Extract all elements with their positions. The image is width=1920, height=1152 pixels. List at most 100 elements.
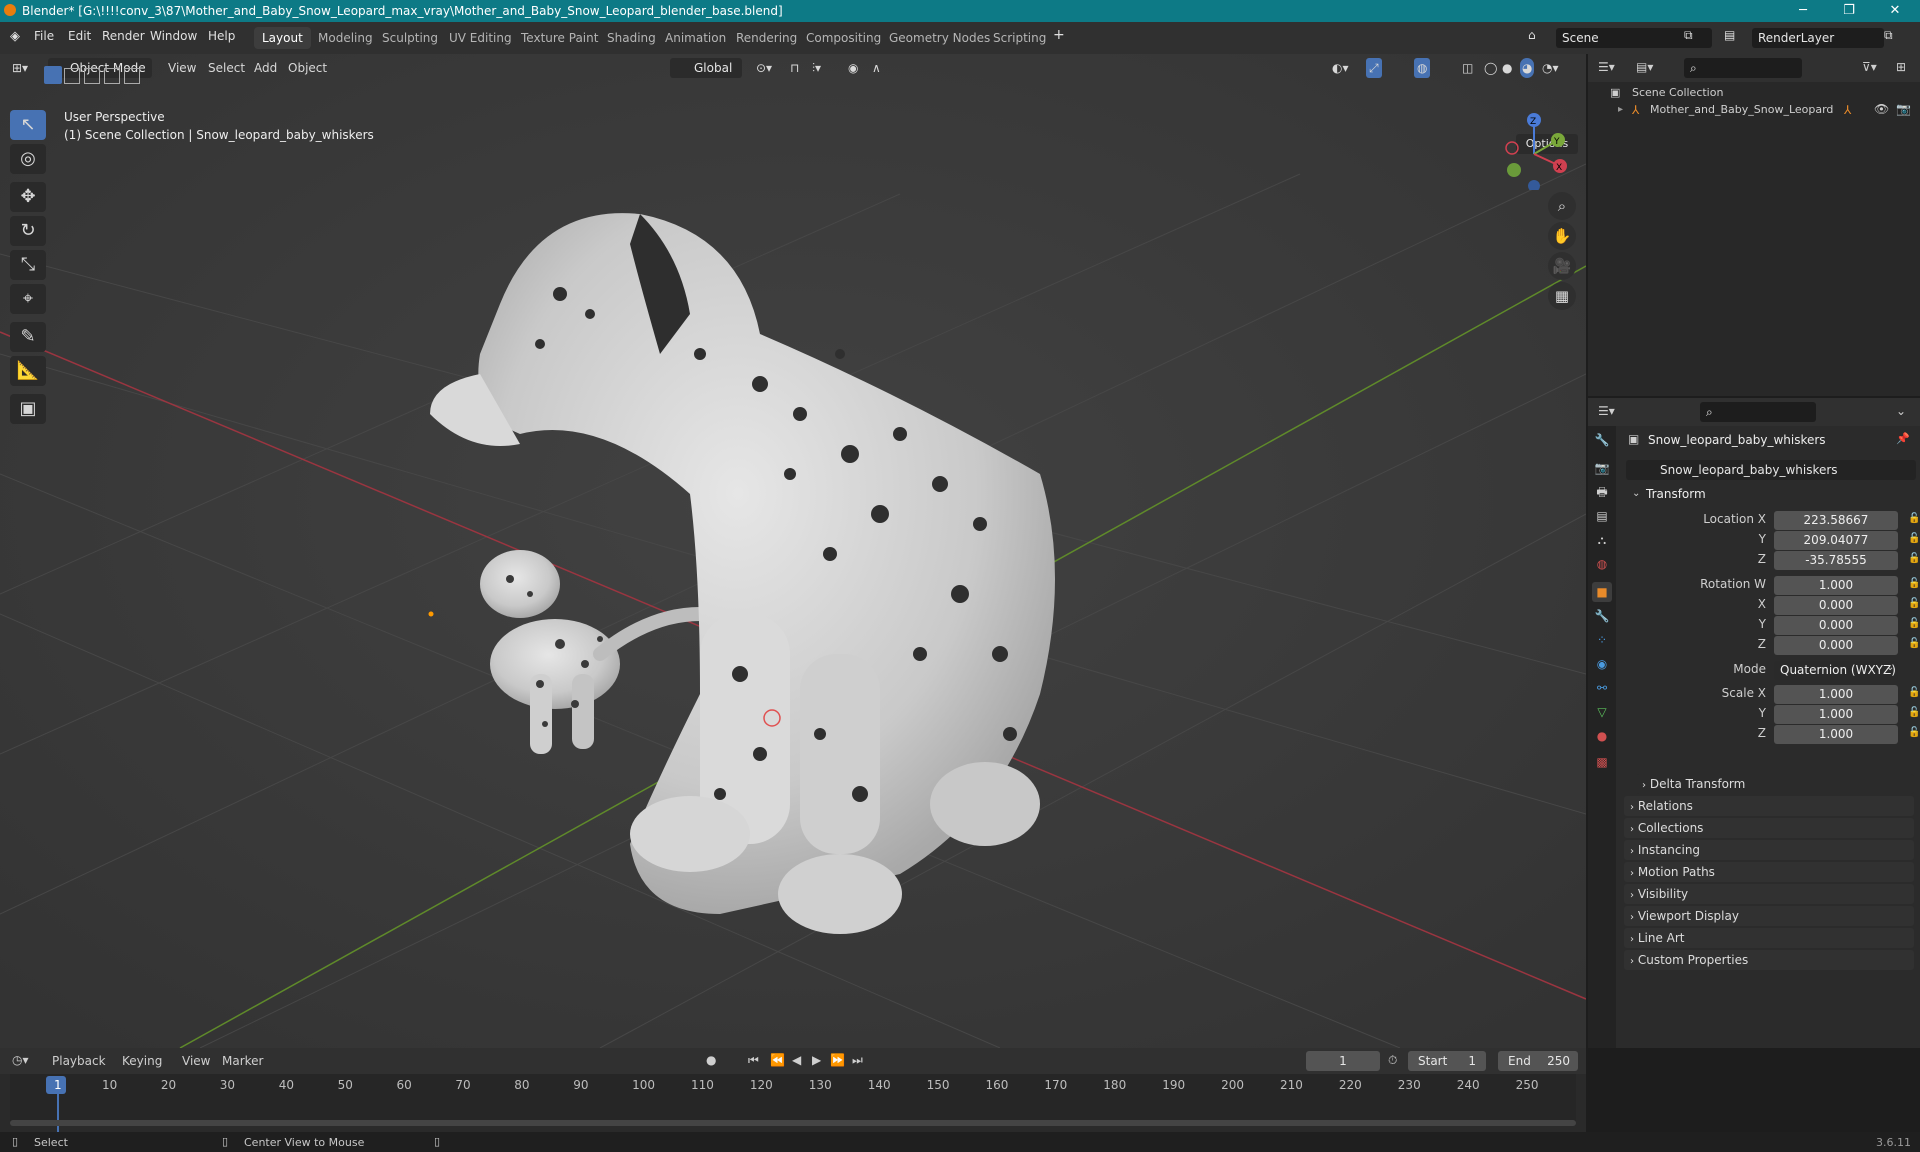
- minimize-button[interactable]: ─: [1780, 0, 1826, 22]
- maximize-button[interactable]: ❐: [1826, 0, 1872, 22]
- properties-editor-icon[interactable]: ☰▾: [1598, 404, 1615, 418]
- end-frame-field[interactable]: End 250: [1498, 1051, 1578, 1071]
- menu-select[interactable]: Select: [208, 58, 245, 78]
- relations-panel[interactable]: › Relations: [1624, 796, 1914, 816]
- lock-icon[interactable]: 🔓: [1908, 707, 1920, 718]
- wireframe-shading-icon[interactable]: ◯: [1484, 58, 1497, 78]
- tab-animation[interactable]: Animation: [657, 27, 734, 49]
- select-subtract-icon[interactable]: [84, 68, 100, 84]
- delta-transform-panel[interactable]: › Delta Transform: [1636, 774, 1914, 794]
- select-intersect-icon[interactable]: [124, 68, 140, 84]
- proportional-edit-icon[interactable]: ◉: [848, 58, 858, 78]
- scale-y-field[interactable]: 1.000: [1774, 705, 1898, 724]
- cursor-tool-icon[interactable]: ◎: [10, 144, 46, 174]
- instancing-panel[interactable]: › Instancing: [1624, 840, 1914, 860]
- location-z-field[interactable]: -35.78555: [1774, 551, 1898, 570]
- transform-header[interactable]: Transform: [1646, 487, 1706, 501]
- scene-new-icon[interactable]: ⧉: [1684, 28, 1693, 43]
- blender-menu-icon[interactable]: ◈: [10, 29, 20, 44]
- lock-icon[interactable]: 🔓: [1908, 687, 1920, 698]
- rotate-tool-icon[interactable]: ↻: [10, 216, 46, 246]
- custom-properties-panel[interactable]: › Custom Properties: [1624, 950, 1914, 970]
- annotate-tool-icon[interactable]: ✎: [10, 322, 46, 352]
- select-invert-icon[interactable]: [104, 68, 120, 84]
- expand-arrow-icon[interactable]: ▸: [1618, 104, 1623, 115]
- tab-modeling[interactable]: Modeling: [310, 27, 381, 49]
- physics-tab-icon[interactable]: ◉: [1592, 654, 1612, 674]
- snap-target-icon[interactable]: ⫶▾: [812, 58, 821, 78]
- lock-icon[interactable]: 🔓: [1908, 727, 1920, 738]
- collections-panel[interactable]: › Collections: [1624, 818, 1914, 838]
- location-y-field[interactable]: 209.04077: [1774, 531, 1898, 550]
- solid-shading-icon[interactable]: ●: [1502, 58, 1512, 78]
- render-layer-selector[interactable]: RenderLayer: [1752, 28, 1884, 48]
- new-collection-icon[interactable]: ⊞: [1896, 60, 1906, 74]
- zoom-icon[interactable]: ⌕: [1548, 192, 1576, 220]
- rotation-w-field[interactable]: 1.000: [1774, 576, 1898, 595]
- editor-type-icon[interactable]: ⊞▾: [12, 58, 28, 78]
- tool-tab-icon[interactable]: 🔧: [1592, 430, 1612, 450]
- motion-paths-panel[interactable]: › Motion Paths: [1624, 862, 1914, 882]
- falloff-icon[interactable]: ∧: [872, 58, 881, 78]
- camera-view-icon[interactable]: 🎥: [1548, 252, 1576, 280]
- data-tab-icon[interactable]: ▽: [1592, 702, 1612, 722]
- rotation-y-field[interactable]: 0.000: [1774, 616, 1898, 635]
- material-tab-icon[interactable]: ●: [1592, 726, 1612, 746]
- orthographic-grid-icon[interactable]: ▦: [1548, 282, 1576, 310]
- location-x-field[interactable]: 223.58667: [1774, 511, 1898, 530]
- visibility-icon[interactable]: ◐▾: [1332, 58, 1349, 78]
- scale-z-field[interactable]: 1.000: [1774, 725, 1898, 744]
- measure-tool-icon[interactable]: 📐: [10, 356, 46, 386]
- properties-search-input[interactable]: ⌕: [1700, 402, 1816, 422]
- rotation-z-field[interactable]: 0.000: [1774, 636, 1898, 655]
- render-layer-new-icon[interactable]: ⧉: [1884, 28, 1893, 43]
- rotation-x-field[interactable]: 0.000: [1774, 596, 1898, 615]
- eye-visibility-icon[interactable]: 👁: [1874, 102, 1889, 116]
- rendered-shading-icon[interactable]: ◔▾: [1542, 58, 1559, 78]
- tab-layout[interactable]: Layout: [254, 27, 311, 49]
- pan-hand-icon[interactable]: ✋: [1548, 222, 1576, 250]
- scene-collection-label[interactable]: Scene Collection: [1632, 86, 1723, 99]
- viewport-display-panel[interactable]: › Viewport Display: [1624, 906, 1914, 926]
- render-layer-icon[interactable]: ▤: [1724, 28, 1735, 42]
- scale-tool-icon[interactable]: ⤡: [10, 250, 46, 280]
- pin-icon[interactable]: 📌: [1896, 432, 1910, 445]
- snap-icon[interactable]: ⊓: [790, 58, 799, 78]
- tab-sculpting[interactable]: Sculpting: [374, 27, 446, 49]
- select-box-tool-icon[interactable]: ↖: [10, 110, 46, 140]
- outliner-editor-icon[interactable]: ☰▾: [1598, 60, 1615, 74]
- pivot-icon[interactable]: ⊙▾: [756, 58, 772, 78]
- menu-view[interactable]: View: [168, 58, 196, 78]
- tab-uv-editing[interactable]: UV Editing: [441, 27, 520, 49]
- lock-icon[interactable]: 🔓: [1908, 598, 1920, 609]
- navigation-gizmo[interactable]: Z Y X: [1496, 110, 1576, 190]
- particles-tab-icon[interactable]: ⁘: [1592, 630, 1612, 650]
- tab-scripting[interactable]: Scripting: [985, 27, 1054, 49]
- display-mode-icon[interactable]: ▤▾: [1636, 60, 1653, 74]
- tab-geometry-nodes[interactable]: Geometry Nodes: [881, 27, 998, 49]
- lock-icon[interactable]: 🔓: [1908, 533, 1920, 544]
- add-workspace-icon[interactable]: +: [1053, 27, 1065, 43]
- playback-menu[interactable]: Playback: [52, 1054, 106, 1068]
- line-art-panel[interactable]: › Line Art: [1624, 928, 1914, 948]
- scene-icon[interactable]: ⌂: [1528, 28, 1536, 42]
- view-layer-tab-icon[interactable]: ▤: [1592, 506, 1612, 526]
- next-keyframe-icon[interactable]: ⏩: [830, 1053, 845, 1067]
- constraints-tab-icon[interactable]: ⚯: [1592, 678, 1612, 698]
- timeline-view-menu[interactable]: View: [182, 1054, 210, 1068]
- gizmo-toggle-icon[interactable]: ⤢: [1366, 58, 1382, 78]
- lock-icon[interactable]: 🔓: [1908, 618, 1920, 629]
- render-tab-icon[interactable]: 📷: [1592, 458, 1612, 478]
- rotation-mode-select[interactable]: Quaternion (WXYZ): [1774, 661, 1898, 680]
- filter-icon[interactable]: ⊽▾: [1862, 60, 1877, 74]
- menu-window[interactable]: Window: [150, 29, 197, 43]
- tab-shading[interactable]: Shading: [599, 27, 664, 49]
- menu-object[interactable]: Object: [288, 58, 327, 78]
- marker-menu[interactable]: Marker: [222, 1054, 263, 1068]
- scale-x-field[interactable]: 1.000: [1774, 685, 1898, 704]
- menu-file[interactable]: File: [34, 29, 54, 43]
- tab-texture-paint[interactable]: Texture Paint: [513, 27, 606, 49]
- transform-tool-icon[interactable]: ⌖: [10, 284, 46, 314]
- texture-tab-icon[interactable]: ▩: [1592, 752, 1612, 772]
- xray-icon[interactable]: ◫: [1462, 58, 1473, 78]
